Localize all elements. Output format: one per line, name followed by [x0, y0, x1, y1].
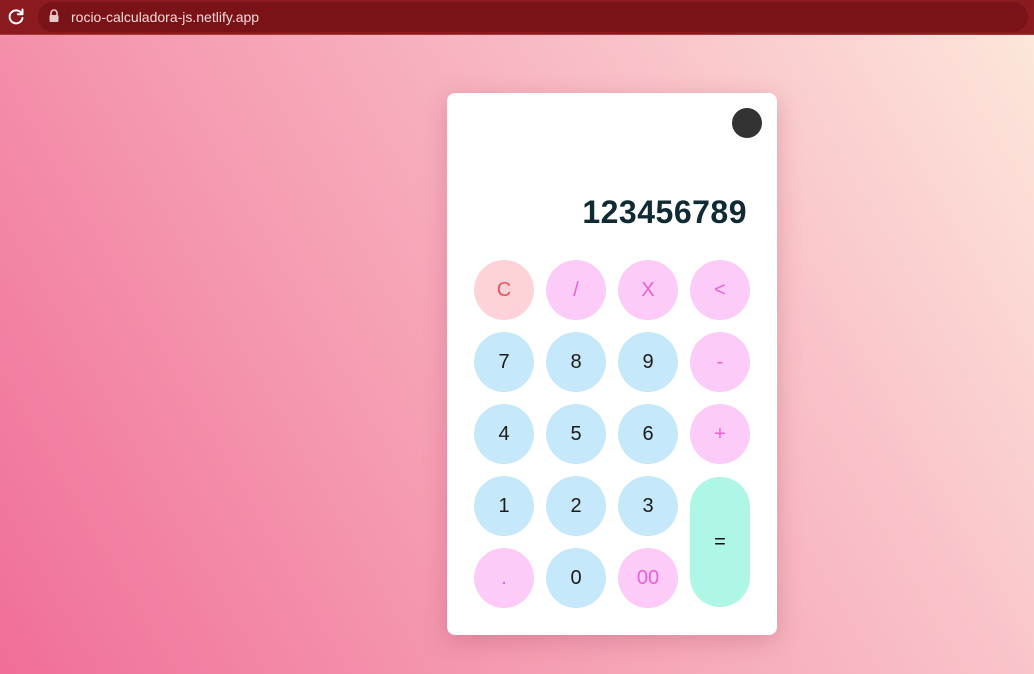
double-zero-button[interactable]: 00	[618, 548, 678, 608]
backspace-button[interactable]: <	[690, 260, 750, 320]
calculator: 123456789 C / X < 7 8 9 - 4 5 6 + 1 2 3 …	[447, 93, 777, 635]
plus-button[interactable]: +	[690, 404, 750, 464]
browser-toolbar: rocio-calculadora-js.netlify.app	[0, 0, 1034, 35]
digit-5-button[interactable]: 5	[546, 404, 606, 464]
url-text[interactable]: rocio-calculadora-js.netlify.app	[71, 9, 259, 25]
digit-9-button[interactable]: 9	[618, 332, 678, 392]
digit-6-button[interactable]: 6	[618, 404, 678, 464]
divide-button[interactable]: /	[546, 260, 606, 320]
theme-toggle-button[interactable]	[732, 108, 762, 138]
digit-1-button[interactable]: 1	[474, 476, 534, 536]
minus-button[interactable]: -	[690, 332, 750, 392]
clear-button[interactable]: C	[474, 260, 534, 320]
digit-0-button[interactable]: 0	[546, 548, 606, 608]
digit-4-button[interactable]: 4	[474, 404, 534, 464]
decimal-point-button[interactable]: .	[474, 548, 534, 608]
digit-7-button[interactable]: 7	[474, 332, 534, 392]
equals-button[interactable]: =	[690, 477, 750, 607]
lock-icon	[48, 9, 60, 23]
multiply-button[interactable]: X	[618, 260, 678, 320]
calculator-display: 123456789	[582, 194, 747, 230]
reload-icon[interactable]	[6, 7, 26, 27]
digit-3-button[interactable]: 3	[618, 476, 678, 536]
digit-8-button[interactable]: 8	[546, 332, 606, 392]
digit-2-button[interactable]: 2	[546, 476, 606, 536]
